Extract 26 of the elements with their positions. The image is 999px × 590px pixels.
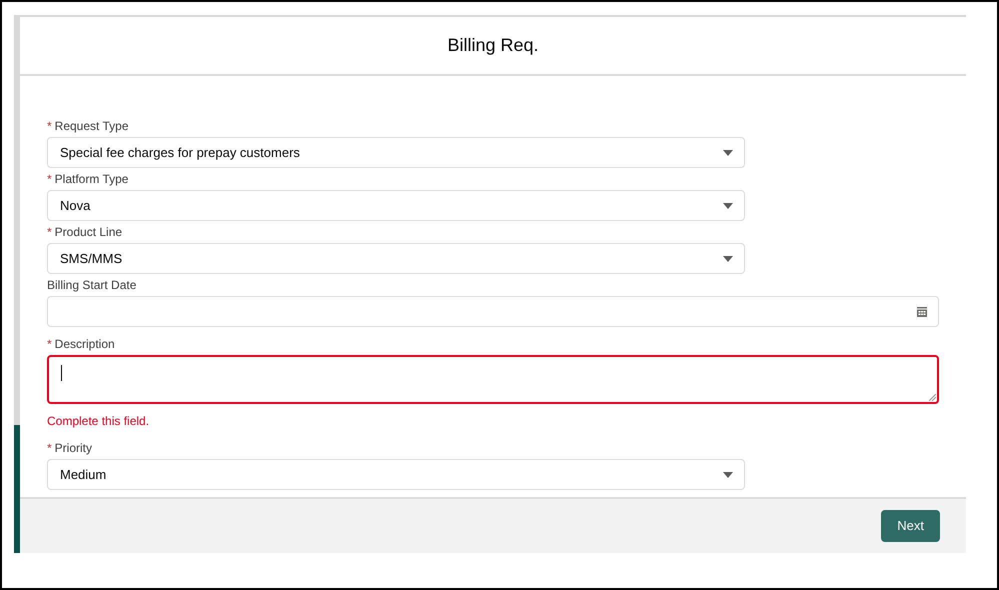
caret-icon	[722, 202, 734, 210]
date-field[interactable]	[47, 296, 939, 327]
required-mark: *	[47, 336, 52, 352]
caret-icon	[722, 254, 734, 262]
caret-icon	[722, 148, 734, 156]
next-button[interactable]: Next	[881, 510, 940, 542]
modal-title: Billing Req.	[447, 34, 539, 57]
field-label: Platform Type	[54, 171, 128, 187]
required-mark: *	[47, 171, 52, 187]
select-field[interactable]: Nova	[47, 190, 745, 221]
description-field[interactable]	[47, 355, 939, 404]
required-mark: *	[47, 118, 52, 134]
select-field[interactable]: Special fee charges for prepay customers	[47, 137, 745, 168]
calendar-icon	[916, 306, 928, 318]
select-field[interactable]: SMS/MMS	[47, 243, 745, 274]
field-label: Product Line	[54, 224, 122, 240]
field-label: Priority	[54, 440, 92, 456]
field-label: Billing Start Date	[47, 277, 136, 293]
select-field[interactable]: Medium	[47, 459, 745, 490]
required-mark: *	[47, 440, 52, 456]
required-mark: *	[47, 224, 52, 240]
error-message: Complete this field.	[47, 413, 150, 429]
field-label: Request Type	[54, 118, 128, 134]
field-label: Description	[54, 336, 115, 352]
caret-icon	[722, 470, 734, 478]
resize-handle-icon[interactable]	[929, 394, 936, 401]
